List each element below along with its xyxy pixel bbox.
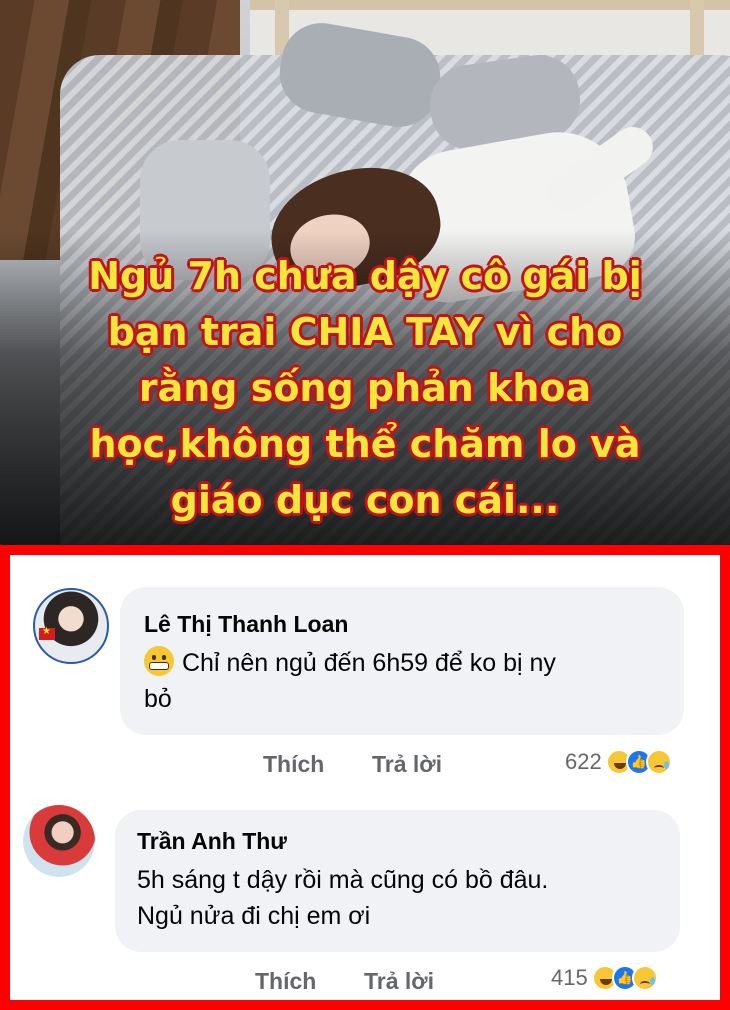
comments-panel: Lê Thị Thanh Loan Chỉ nên ngủ đến 6h59 đ… — [0, 545, 730, 1010]
headline-line: giáo dục con cái... — [170, 478, 560, 522]
reply-button[interactable]: Trả lời — [364, 968, 434, 995]
sad-reaction-icon — [631, 965, 658, 991]
comment-text-line: Chỉ nên ngủ đến 6h59 để ko bị ny — [182, 649, 556, 677]
headline-line: bạn trai CHIA TAY vì cho — [107, 310, 623, 354]
post-photo: Ngủ 7h chưa dậy cô gái bị bạn trai CHIA … — [0, 0, 730, 545]
like-button[interactable]: Thích — [255, 968, 316, 995]
comment-author[interactable]: Trần Anh Thư — [137, 828, 287, 855]
grimacing-emoji-icon — [144, 646, 174, 676]
comment-text-line: Ngủ nửa đi chị em ơi — [137, 902, 371, 930]
comment-bubble: Trần Anh Thư 5h sáng t dậy rồi mà cũng c… — [115, 810, 680, 952]
comment-text-line: 5h sáng t dậy rồi mà cũng có bồ đâu. — [137, 866, 549, 894]
comment-bubble: Lê Thị Thanh Loan Chỉ nên ngủ đến 6h59 đ… — [120, 587, 684, 735]
reply-button[interactable]: Trả lời — [372, 751, 442, 778]
flag-badge-icon — [39, 626, 55, 640]
comment-text: Chỉ nên ngủ đến 6h59 để ko bị ny bỏ — [144, 645, 674, 717]
reaction-count: 415 — [551, 965, 588, 990]
reaction-count: 622 — [565, 749, 602, 774]
comment-author[interactable]: Lê Thị Thanh Loan — [144, 611, 348, 638]
like-button[interactable]: Thích — [263, 751, 324, 778]
headline-line: Ngủ 7h chưa dậy cô gái bị — [88, 254, 642, 298]
headboard-rail — [250, 0, 730, 10]
headline: Ngủ 7h chưa dậy cô gái bị bạn trai CHIA … — [0, 248, 730, 528]
comment-text-line: bỏ — [144, 685, 172, 713]
headline-line: học,không thể chăm lo và — [89, 422, 641, 466]
sad-reaction-icon — [645, 749, 672, 775]
headline-line: rằng sống phản khoa — [138, 366, 592, 410]
avatar[interactable] — [33, 588, 109, 664]
avatar[interactable] — [23, 805, 95, 877]
reaction-summary[interactable]: 415 👍 — [551, 965, 658, 991]
reaction-summary[interactable]: 622 👍 — [565, 749, 672, 775]
comment-text: 5h sáng t dậy rồi mà cũng có bồ đâu. Ngủ… — [137, 862, 672, 934]
